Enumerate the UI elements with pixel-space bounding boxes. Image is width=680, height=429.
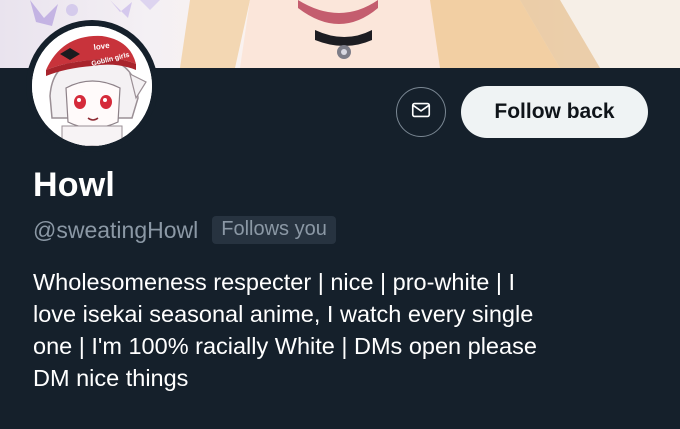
bio-line: love isekai seasonal anime, I watch ever… (33, 301, 534, 327)
avatar[interactable]: love Goblin girls (26, 20, 158, 152)
envelope-icon (410, 99, 432, 126)
bio: Wholesomeness respecter | nice | pro-whi… (33, 266, 663, 394)
follows-you-badge: Follows you (212, 216, 336, 244)
user-handle: @sweatingHowl (33, 216, 199, 243)
message-button[interactable] (396, 87, 446, 137)
bio-line: one | I'm 100% racially White | DMs open… (33, 333, 537, 359)
handle-row: @sweatingHowl Follows you (33, 214, 336, 246)
avatar-image: love Goblin girls (32, 26, 152, 146)
follow-back-button[interactable]: Follow back (461, 86, 648, 138)
bio-line: DM nice things (33, 365, 189, 391)
bio-line: Wholesomeness respecter | nice | pro-whi… (33, 269, 515, 295)
display-name: Howl (33, 166, 116, 204)
